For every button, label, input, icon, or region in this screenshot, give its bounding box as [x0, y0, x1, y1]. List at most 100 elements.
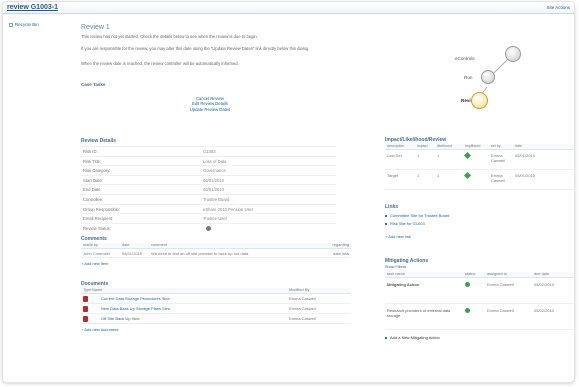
col-impact: impact: [417, 144, 428, 149]
links-list: Committee Site for Trustee Board Risk Si…: [385, 213, 574, 239]
likelihood-impact: 1: [417, 173, 420, 178]
likelihood-set-by: Emma Caswell: [491, 153, 506, 163]
add-comment-label: Add new item: [84, 261, 109, 266]
review-title: Review 1: [81, 24, 110, 31]
detail-row: Controllee: Trustee Board: [81, 193, 336, 204]
status-circle-icon: [465, 308, 470, 313]
task-name[interactable]: Mitigating Action: [385, 282, 465, 303]
mitigating-title: Mitigating Actions: [385, 258, 429, 264]
show-filters-link[interactable]: Show Filters: [385, 265, 406, 270]
link-item[interactable]: Committee Site for Trustee Board: [385, 213, 574, 221]
document-row: Off Site Back Up !New Emma Caswell: [81, 314, 351, 324]
detail-row: Group Responsible: eShare 2010 Pension Us…: [81, 203, 336, 214]
detail-label: Controllee:: [83, 196, 104, 202]
new-badge: !New: [161, 296, 170, 301]
add-mitigating-action-link[interactable]: Add a New Mitigating Action: [385, 335, 574, 340]
detail-label: Email Recipient:: [83, 216, 114, 222]
document-link[interactable]: New Data Back Up Storage Plans: [101, 306, 161, 311]
likelihood-description: Target: [387, 173, 399, 178]
detail-value: Trustee User: [203, 216, 228, 222]
detail-label: Risk Category:: [83, 168, 111, 174]
flow-step-run: Run: [464, 75, 473, 80]
col-impliheed: impliheed: [465, 144, 481, 149]
detail-value: Governance: [203, 168, 226, 174]
task-due-date: 05/02/2010: [534, 308, 555, 313]
page-title-link[interactable]: review G1003-1: [7, 4, 58, 13]
likelihood-title: Impact/Likelihood/Review: [385, 137, 447, 143]
top-bar: review G1003-1 Site Actions: [3, 2, 574, 14]
task-due-date: 05/02/2010: [534, 282, 555, 287]
detail-row: Risk Title: Loss of Data: [81, 155, 336, 166]
mitigating-table: task name status assigned to due date Mi…: [385, 271, 574, 340]
col-task-name: task name: [387, 271, 405, 277]
flow-step-econtrols: eControls: [455, 56, 475, 61]
update-review-dates-link[interactable]: Update Review Dates: [150, 107, 270, 112]
bullet-icon: [385, 222, 387, 225]
detail-label: Risk Title:: [83, 158, 102, 164]
likelihood-description: Last Set: [387, 153, 402, 158]
col-type: Type: [83, 287, 92, 293]
econtrols-step-icon[interactable]: [505, 46, 521, 62]
link-item[interactable]: Risk Site for G1003: [385, 221, 574, 229]
new-badge: !New: [162, 306, 171, 311]
likelihood-impact: 1: [417, 153, 420, 158]
col-comment: comment: [151, 242, 167, 248]
detail-value: Trustee Board: [203, 196, 230, 202]
bullet-icon: [385, 214, 387, 217]
site-actions-menu[interactable]: Site Actions: [546, 5, 570, 11]
links-title: Links: [385, 204, 399, 210]
detail-label: Risk ID:: [83, 149, 98, 154]
likelihood-value: 1: [437, 153, 440, 158]
col-date: date: [515, 144, 522, 149]
left-navigation: Recycle Bin: [3, 14, 73, 382]
task-assigned-to: Emma Caswell: [487, 308, 514, 313]
add-document-link[interactable]: + Add new document: [81, 327, 351, 332]
pdf-icon: [83, 295, 88, 302]
add-comment-link[interactable]: + Add new item: [81, 261, 351, 266]
detail-label: Start Date:: [83, 177, 104, 183]
document-link[interactable]: Current Data Storage Procedures: [101, 296, 161, 301]
comment-regarding: data loss: [332, 250, 349, 256]
likelihood-date: 05/01/2010: [515, 153, 536, 158]
pdf-icon: [83, 305, 88, 312]
comment-text: We need to find an off site provider to …: [151, 250, 250, 256]
link-risk-site: Risk Site for G1003: [390, 221, 425, 226]
document-link[interactable]: Off Site Back Up: [101, 316, 131, 321]
col-made-by: made by: [83, 242, 98, 248]
detail-row: End Date: 06/01/2010: [81, 184, 336, 194]
workflow-diagram: eControls Run Review: [405, 29, 555, 119]
case-tasks-title: Case Tasks: [81, 82, 106, 87]
mitigating-row: Research providers of external data stor…: [385, 304, 574, 330]
documents-table: Type Name Modified By Current Data Stora…: [81, 287, 351, 332]
document-modified-by: Emma Caswell: [289, 306, 316, 311]
review-details-title: Review Details: [81, 138, 117, 144]
add-document-label: Add new document: [84, 327, 119, 332]
task-name[interactable]: Research providers of external data stor…: [385, 308, 465, 329]
mitigating-row: Mitigating Action Emma Caswell 05/02/201…: [385, 278, 574, 304]
likelihood-row: Last Set 1 1 Emma Caswell 05/01/2010: [385, 150, 574, 170]
col-description: description: [387, 144, 405, 149]
col-status: status: [465, 271, 476, 277]
review-note-1: This review has not yet started. Check t…: [81, 34, 258, 39]
document-row: Current Data Storage Procedures !New Emm…: [81, 294, 351, 304]
review-step-icon[interactable]: [471, 92, 488, 109]
review-note-3: When the review date is reached, the rev…: [81, 61, 239, 66]
comment-date: 08/31/2010: [122, 250, 143, 256]
recycle-bin-link[interactable]: Recycle Bin: [9, 22, 39, 28]
recycle-bin-icon: [9, 22, 13, 27]
task-assigned-to: Emma Caswell: [487, 282, 514, 287]
detail-row: Review Status:: [81, 222, 336, 233]
link-committee-site: Committee Site for Trustee Board: [390, 213, 450, 218]
document-modified-by: Emma Caswell: [289, 316, 316, 321]
likelihood-row: Target 1 1 Emma Caswell 05/01/2010: [385, 170, 574, 190]
status-diamond-icon: [463, 171, 472, 180]
detail-value: 06/01/2010: [203, 177, 224, 183]
col-due-date: due date: [534, 271, 550, 277]
run-step-icon[interactable]: [481, 70, 495, 84]
new-badge: !New: [131, 316, 140, 321]
add-link-button[interactable]: + Add new link: [385, 234, 574, 239]
col-set-by: set by: [491, 144, 501, 149]
col-likelihood: likelihood: [437, 144, 452, 149]
likelihood-table: description impact likelihood impliheed …: [385, 144, 574, 190]
comment-row: John Controller 08/31/2010 We need to fi…: [81, 249, 351, 258]
